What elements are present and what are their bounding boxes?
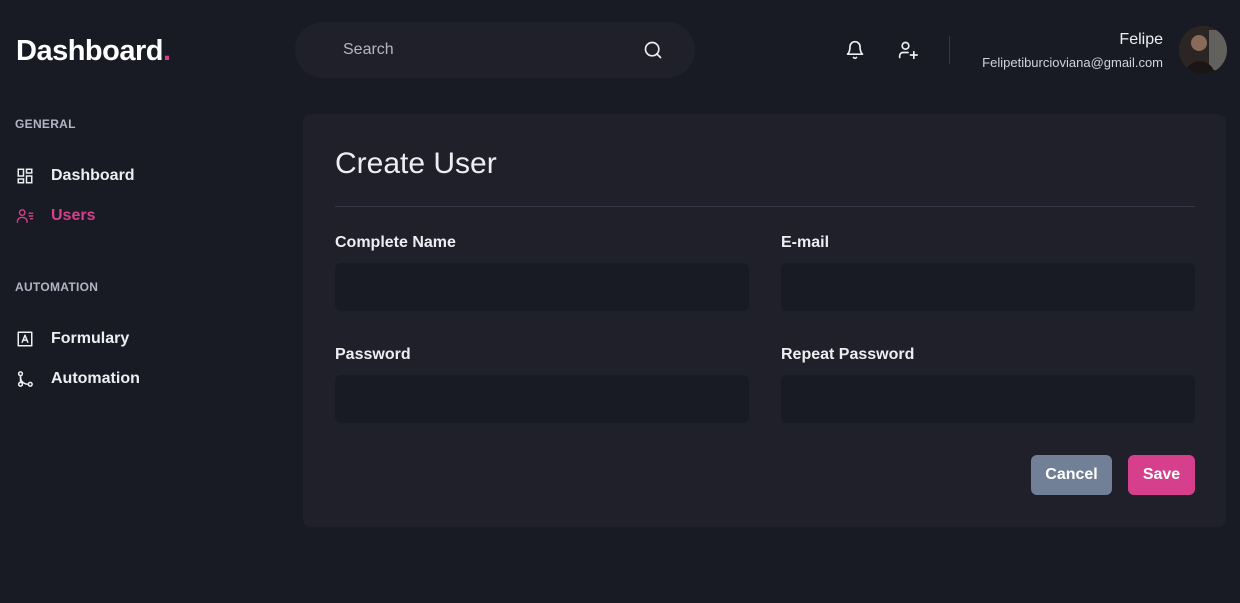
avatar[interactable] (1179, 26, 1227, 74)
sidebar-item-label: Automation (51, 370, 140, 387)
sidebar-item-label: Dashboard (51, 167, 135, 184)
header-divider (949, 36, 950, 64)
card-divider (335, 206, 1195, 207)
repeat-password-field[interactable] (781, 375, 1195, 423)
search-input[interactable] (343, 41, 643, 59)
sidebar-section-automation: AUTOMATION (15, 280, 99, 294)
save-button[interactable]: Save (1128, 455, 1195, 495)
search-bar[interactable] (295, 22, 695, 78)
profile-name: Felipe (1119, 31, 1163, 48)
profile-email: Felipetiburcioviana@gmail.com (982, 55, 1163, 70)
cancel-button[interactable]: Cancel (1031, 455, 1112, 495)
sidebar-section-general: GENERAL (15, 117, 76, 131)
users-list-icon (16, 207, 34, 225)
complete-name-label: Complete Name (335, 234, 456, 251)
sidebar-item-dashboard[interactable]: Dashboard (16, 164, 135, 188)
email-label: E-mail (781, 234, 830, 251)
logo-dot: . (162, 35, 171, 67)
search-icon[interactable] (643, 40, 663, 60)
sidebar-item-label: Formulary (51, 330, 130, 347)
form-icon (16, 330, 34, 348)
sidebar-item-users[interactable]: Users (16, 204, 95, 228)
create-user-card: Create User Complete Name E-mail Passwor… (303, 114, 1226, 527)
dashboard-grid-icon (16, 167, 34, 185)
email-field[interactable] (781, 263, 1195, 311)
app-logo[interactable]: Dashboard. (16, 33, 171, 69)
page-title: Create User (335, 147, 497, 180)
complete-name-field[interactable] (335, 263, 749, 311)
user-add-icon[interactable] (896, 38, 920, 62)
sidebar-item-formulary[interactable]: Formulary (16, 327, 129, 351)
repeat-password-label: Repeat Password (781, 346, 915, 363)
bell-icon[interactable] (843, 38, 867, 62)
password-field[interactable] (335, 375, 749, 423)
password-label: Password (335, 346, 411, 363)
sidebar-item-label: Users (51, 207, 96, 224)
logo-text: Dashboard (16, 35, 163, 67)
sidebar-item-automation[interactable]: Automation (16, 367, 140, 391)
app-root: Dashboard. Felipe Felipetiburcioviana@gm… (0, 0, 1240, 603)
git-merge-icon (16, 370, 34, 388)
